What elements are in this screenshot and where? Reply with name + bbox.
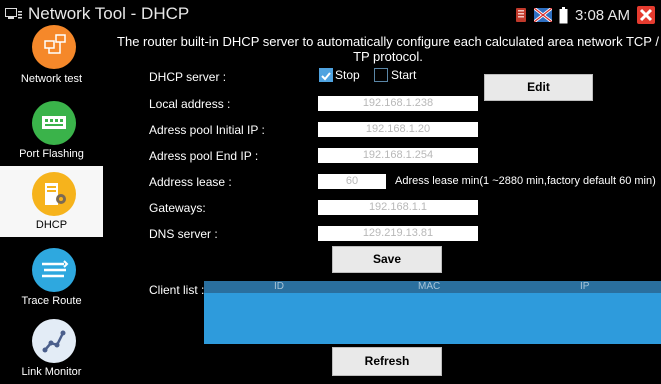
local-address-field[interactable]: 192.168.1.238 (318, 96, 478, 111)
sidebar-item-label: Network test (20, 73, 83, 85)
pool-initial-field[interactable]: 192.168.1.20 (318, 122, 478, 137)
link-monitor-icon (32, 319, 76, 363)
lease-label: Address lease : (149, 175, 232, 189)
sidebar-item-label: Link Monitor (21, 366, 82, 378)
client-list-table[interactable]: ID MAC IP (204, 281, 661, 344)
sidebar-item-dhcp[interactable]: DHCP (0, 166, 103, 237)
status-bar: Network Tool - DHCP 3:08 AM (0, 0, 661, 30)
client-list-header: ID MAC IP (204, 281, 661, 293)
check-icon (321, 72, 331, 81)
lease-field[interactable]: 60 (318, 174, 386, 189)
battery-icon (559, 6, 568, 23)
sidebar-item-network-test[interactable]: Network test (0, 25, 103, 102)
network-test-icon (32, 25, 76, 69)
column-header-mac: MAC (418, 281, 441, 292)
sidebar-item-label: DHCP (35, 219, 68, 231)
edit-button[interactable]: Edit (484, 74, 593, 101)
port-flashing-icon (32, 101, 76, 145)
dhcp-icon (32, 172, 76, 216)
sidebar-item-port-flashing[interactable]: Port Flashing (0, 95, 103, 166)
dns-label: DNS server : (149, 227, 218, 241)
start-checkbox[interactable] (374, 68, 388, 82)
client-list-label: Client list : (149, 283, 205, 297)
sidebar: Network test Port Flashing DHCP Trace Ro… (0, 25, 103, 378)
network-tool-app-icon (5, 8, 22, 19)
sidebar-item-link-monitor[interactable]: Link Monitor (0, 313, 103, 384)
storage-icon (515, 8, 526, 22)
column-header-ip: IP (580, 281, 590, 292)
close-icon[interactable] (637, 6, 655, 24)
stop-label: Stop (335, 68, 360, 82)
save-button[interactable]: Save (332, 246, 442, 273)
dhcp-server-label: DHCP server : (149, 70, 227, 84)
dhcp-description: The router built-in DHCP server to autom… (117, 34, 659, 64)
pool-end-field[interactable]: 192.168.1.254 (318, 148, 478, 163)
local-address-label: Local address : (149, 97, 231, 111)
start-label: Start (391, 68, 417, 82)
column-header-id: ID (274, 281, 284, 292)
lease-note: Adress lease min(1 ~2880 min,factory def… (395, 175, 656, 187)
refresh-button[interactable]: Refresh (332, 347, 442, 376)
flag-icon (533, 8, 552, 22)
pool-initial-label: Adress pool Initial IP : (149, 123, 265, 137)
window-title: Network Tool - DHCP (28, 4, 190, 23)
status-icons: 3:08 AM (515, 5, 655, 25)
gateways-field[interactable]: 192.168.1.1 (318, 200, 478, 215)
sidebar-item-label: Port Flashing (19, 148, 84, 160)
trace-route-icon (32, 248, 76, 292)
sidebar-item-trace-route[interactable]: Trace Route (0, 242, 103, 313)
gateways-label: Gateways: (149, 201, 206, 215)
dns-field[interactable]: 129.219.13.81 (318, 226, 478, 241)
clock: 3:08 AM (574, 6, 630, 24)
pool-end-label: Adress pool End IP : (149, 149, 259, 163)
sidebar-item-label: Trace Route (21, 295, 82, 307)
stop-checkbox[interactable] (319, 68, 333, 82)
dhcp-panel: The router built-in DHCP server to autom… (103, 31, 661, 376)
